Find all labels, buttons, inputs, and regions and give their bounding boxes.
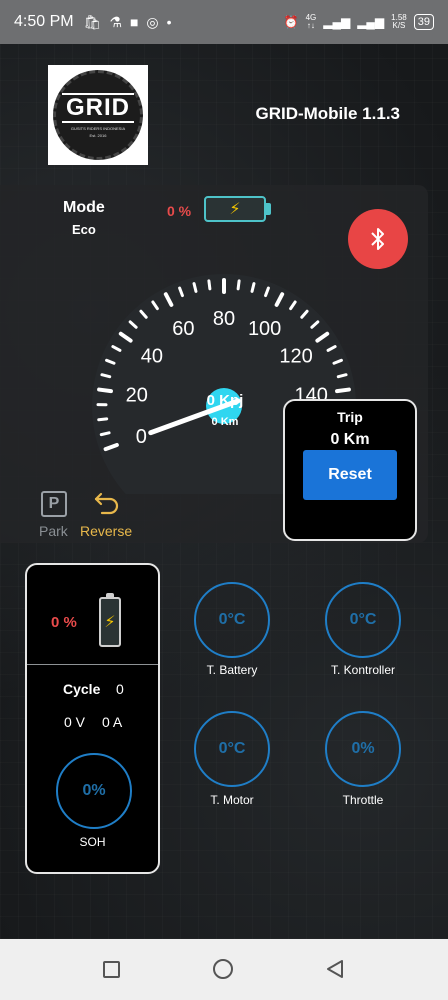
app-background: GRID GUSITS RIDERS INDONESIA Est. 2016 G…	[0, 44, 448, 939]
signal-icon-2: ▂▄▆	[357, 15, 385, 29]
motor-temp-label: T. Motor	[210, 793, 254, 807]
reverse-icon[interactable]	[94, 490, 120, 516]
gauge-tick	[97, 387, 113, 394]
logo-subtitle: GUSITS RIDERS INDONESIA	[70, 125, 126, 131]
battery-tip	[266, 203, 271, 215]
signal-icon: ▂▄▆	[323, 15, 351, 29]
gauge-label: 120	[279, 346, 312, 368]
recent-apps-button[interactable]	[103, 961, 120, 978]
battery-temp-circle: 0°C	[194, 582, 270, 658]
battery-icon: ⚡	[204, 196, 266, 222]
gauge-label: 40	[141, 346, 163, 368]
gauge-tick	[100, 373, 112, 379]
park-label[interactable]: Park	[39, 523, 68, 539]
network-type: 4G ↑↓	[305, 13, 317, 30]
bluetooth-icon	[371, 228, 384, 250]
logo-emblem: GRID GUSITS RIDERS INDONESIA Est. 2016	[53, 70, 143, 160]
logo-est: Est. 2016	[89, 132, 107, 138]
battery-percent: 0 %	[167, 203, 192, 219]
alarm-icon: ⏰	[283, 15, 299, 29]
gauge-label: 100	[248, 318, 281, 340]
voltage-value: 0 V	[64, 714, 86, 730]
gauge-tick	[192, 282, 198, 293]
shopping-bag-icon: 🛍	[83, 13, 102, 30]
reverse-label[interactable]: Reverse	[80, 523, 132, 539]
grid-logo: GRID GUSITS RIDERS INDONESIA Est. 2016	[48, 65, 148, 165]
battery-indicator: 39	[413, 14, 434, 30]
gauge-label: 60	[172, 318, 194, 340]
trip-card: Trip 0 Km Reset	[283, 399, 417, 541]
gauge-tick	[335, 387, 351, 394]
gauge-tick	[336, 373, 348, 379]
current-value: 0 A	[102, 714, 123, 730]
gauge-tick	[97, 417, 109, 422]
network-speed: 1.58 K/S	[391, 13, 407, 30]
gauge-tick	[236, 279, 241, 291]
soh-circle: 0%	[56, 753, 132, 829]
dot-icon: •	[166, 14, 172, 30]
battery-card-percent: 0 %	[51, 614, 77, 631]
square-icon: ■	[129, 14, 139, 30]
motor-temp-circle: 0°C	[194, 711, 270, 787]
status-bar: 4:50 PM 🛍 ⚗ ■ ◎ • ⏰ 4G ↑↓ ▂▄▆ ▂▄▆ 1.58 K/S…	[0, 0, 448, 44]
distance-readout: 0 Km	[211, 416, 239, 428]
battery-card-divider	[27, 664, 158, 665]
app-title: GRID-Mobile 1.1.3	[255, 104, 400, 123]
battery-card-icon: ⚡	[99, 597, 121, 647]
logo-text: GRID	[62, 92, 134, 123]
reset-button[interactable]: Reset	[303, 450, 397, 500]
speed-readout: 0 Kpj	[206, 392, 244, 409]
back-button[interactable]	[325, 959, 345, 979]
gauge-tick	[99, 431, 111, 437]
home-button[interactable]	[213, 959, 233, 979]
gauge-label: 20	[126, 385, 148, 407]
trip-label: Trip	[337, 409, 363, 425]
flask-icon: ⚗	[109, 13, 122, 30]
gauge-label: 0	[136, 426, 147, 448]
cycle-value: 0	[116, 681, 124, 697]
park-icon[interactable]: P	[41, 491, 67, 517]
controller-temp-circle: 0°C	[325, 582, 401, 658]
lightning-icon: ⚡	[229, 201, 241, 218]
trip-value: 0 Km	[330, 431, 370, 448]
status-time: 4:50 PM	[14, 13, 74, 30]
gauge-tick	[250, 282, 256, 293]
navigation-bar	[0, 939, 448, 1000]
mode-label: Mode	[63, 199, 105, 216]
instagram-icon: ◎	[146, 13, 159, 30]
gauge-tick	[207, 279, 212, 291]
battery-card: 0 % ⚡ Cycle 0 0 V 0 A 0% SOH	[25, 563, 160, 874]
gauge-label: 80	[213, 308, 235, 330]
soh-label: SOH	[79, 835, 106, 849]
cycle-label: Cycle	[63, 681, 101, 697]
throttle-label: Throttle	[342, 793, 384, 807]
battery-temp-label: T. Battery	[206, 663, 258, 677]
lightning-icon: ⚡	[104, 614, 116, 631]
throttle-circle: 0%	[325, 711, 401, 787]
controller-temp-label: T. Kontroller	[330, 663, 396, 677]
